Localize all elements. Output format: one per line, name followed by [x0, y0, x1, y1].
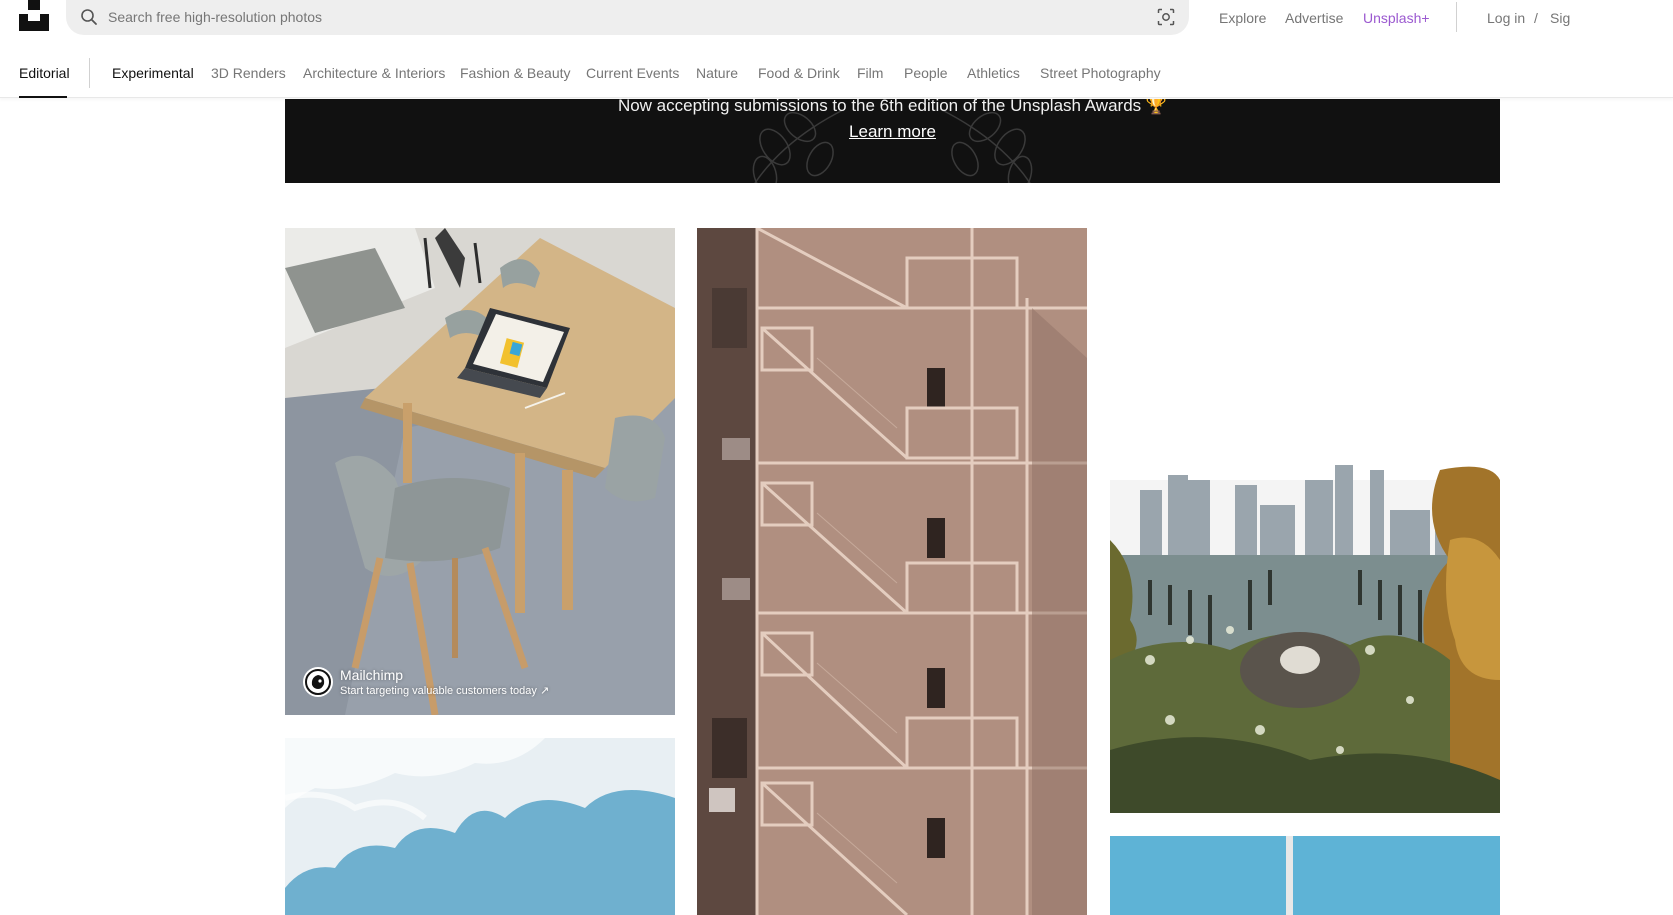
sponsor-name[interactable]: Mailchimp: [340, 667, 549, 683]
banner-message: Now accepting submissions to the 6th edi…: [617, 99, 1168, 115]
photo-image: [1110, 836, 1500, 915]
sponsor-overlay[interactable]: Mailchimp Start targeting valuable custo…: [303, 667, 549, 697]
mailchimp-avatar[interactable]: [303, 667, 333, 697]
photo-image: [1110, 420, 1500, 813]
active-tab-indicator: [19, 96, 67, 98]
tab-athletics[interactable]: Athletics: [967, 65, 1020, 81]
nav-advertise[interactable]: Advertise: [1285, 10, 1343, 26]
tab-street-photography[interactable]: Street Photography: [1040, 65, 1161, 81]
tab-3d-renders[interactable]: 3D Renders: [211, 65, 286, 81]
tab-editorial[interactable]: Editorial: [19, 65, 70, 81]
search-icon[interactable]: [80, 8, 98, 26]
photo-fire-escape[interactable]: [697, 228, 1087, 915]
photo-image: [697, 228, 1087, 915]
tab-current-events[interactable]: Current Events: [586, 65, 679, 81]
header-divider: [1456, 2, 1457, 32]
photo-table-tablet[interactable]: Mailchimp Start targeting valuable custo…: [285, 228, 675, 715]
nav-explore[interactable]: Explore: [1219, 10, 1266, 26]
learn-more-link[interactable]: Learn more: [849, 122, 936, 141]
nav-separator: /: [1534, 10, 1538, 26]
tab-nature[interactable]: Nature: [696, 65, 738, 81]
unsplash-logo-icon[interactable]: [19, 0, 49, 31]
tab-fashion-beauty[interactable]: Fashion & Beauty: [460, 65, 571, 81]
awards-banner: Now accepting submissions to the 6th edi…: [285, 99, 1500, 183]
mailchimp-logo-icon: [305, 669, 331, 695]
photo-image: [285, 738, 675, 915]
tab-food-drink[interactable]: Food & Drink: [758, 65, 840, 81]
nav-unsplash-plus[interactable]: Unsplash+: [1363, 10, 1430, 26]
sponsor-tagline[interactable]: Start targeting valuable customers today…: [340, 684, 549, 697]
nav-signup[interactable]: Sig: [1550, 10, 1570, 26]
tab-architecture-interiors[interactable]: Architecture & Interiors: [303, 65, 445, 81]
tab-people[interactable]: People: [904, 65, 948, 81]
photo-sky-clouds[interactable]: [285, 738, 675, 915]
tab-film[interactable]: Film: [857, 65, 883, 81]
search-bar[interactable]: Search free high-resolution photos: [66, 0, 1189, 35]
top-header: Search free high-resolution photos Explo…: [0, 0, 1673, 35]
photo-skyline-pier[interactable]: [1110, 420, 1500, 813]
topic-divider: [89, 58, 90, 88]
nav-login[interactable]: Log in: [1487, 10, 1525, 26]
visual-search-icon[interactable]: [1157, 8, 1175, 26]
tab-experimental[interactable]: Experimental: [112, 65, 194, 81]
photo-image: [285, 228, 675, 715]
search-input[interactable]: Search free high-resolution photos: [108, 9, 322, 25]
photo-sky-pole[interactable]: [1110, 836, 1500, 915]
topic-nav: Editorial Experimental 3D Renders Archit…: [0, 48, 1673, 98]
